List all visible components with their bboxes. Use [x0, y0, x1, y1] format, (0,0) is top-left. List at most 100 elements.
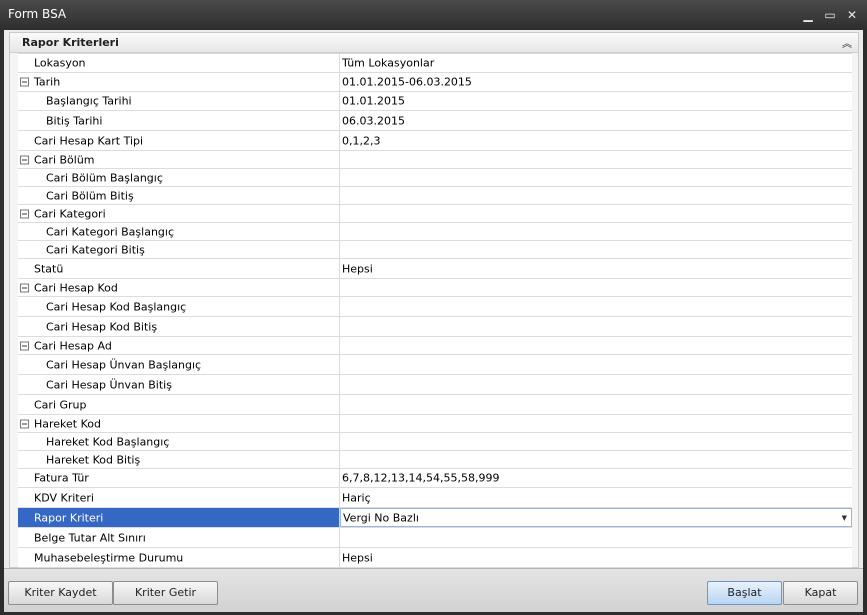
- collapse-minus-icon[interactable]: [20, 341, 29, 350]
- grid-row[interactable]: Muhasebeleştirme Durumu Hepsi: [18, 548, 852, 568]
- row-label-cell[interactable]: Cari Hesap Kod Bitiş: [18, 317, 340, 336]
- row-label-cell[interactable]: Cari Hesap Kod: [18, 279, 340, 296]
- row-label-cell[interactable]: Cari Kategori Bitiş: [18, 241, 340, 258]
- collapse-up-icon[interactable]: ︽: [842, 35, 852, 50]
- row-label-cell[interactable]: Hareket Kod: [18, 415, 340, 432]
- grid-row[interactable]: Fatura Tür 6,7,8,12,13,14,54,55,58,999: [18, 469, 852, 488]
- grid-row[interactable]: Hareket Kod Bitiş: [18, 451, 852, 469]
- row-value-cell[interactable]: Hariç: [340, 488, 852, 507]
- grid-row[interactable]: Cari Bölüm: [18, 151, 852, 169]
- row-value-cell[interactable]: 06.03.2015: [340, 111, 852, 130]
- grid-row[interactable]: Cari Hesap Ünvan Başlangıç: [18, 355, 852, 375]
- row-value-cell[interactable]: 01.01.2015-06.03.2015: [340, 73, 852, 91]
- grid-row[interactable]: Cari Kategori Bitiş: [18, 241, 852, 259]
- save-criteria-button[interactable]: Kriter Kaydet: [8, 581, 113, 605]
- row-value-cell[interactable]: [340, 297, 852, 316]
- grid-row[interactable]: Belge Tutar Alt Sınırı: [18, 528, 852, 548]
- row-value-cell[interactable]: [340, 375, 852, 394]
- collapse-minus-icon[interactable]: [20, 283, 29, 292]
- row-label-cell[interactable]: Cari Kategori: [18, 205, 340, 222]
- group-title: Rapor Kriterleri: [22, 36, 119, 49]
- grid-row[interactable]: Tarih 01.01.2015-06.03.2015: [18, 73, 852, 92]
- row-label-cell[interactable]: Cari Bölüm Bitiş: [18, 187, 340, 204]
- row-value-cell[interactable]: [340, 355, 852, 374]
- grid-row[interactable]: Cari Kategori Başlangıç: [18, 223, 852, 241]
- row-value-cell[interactable]: Hepsi: [340, 259, 852, 278]
- row-label-cell[interactable]: Cari Hesap Kod Başlangıç: [18, 297, 340, 316]
- row-label-cell[interactable]: KDV Kriteri: [18, 488, 340, 507]
- row-label-cell[interactable]: Bitiş Tarihi: [18, 111, 340, 130]
- grid-row[interactable]: Cari Hesap Kart Tipi 0,1,2,3: [18, 131, 852, 151]
- grid-row[interactable]: Başlangıç Tarihi 01.01.2015: [18, 92, 852, 111]
- row-label-cell[interactable]: Cari Hesap Kart Tipi: [18, 131, 340, 150]
- grid-row[interactable]: Bitiş Tarihi 06.03.2015: [18, 111, 852, 131]
- title-bar[interactable]: Form BSA ▁ ▭ ✕: [0, 0, 867, 30]
- grid-row[interactable]: Cari Hesap Kod Bitiş: [18, 317, 852, 337]
- grid-row[interactable]: Cari Hesap Ad: [18, 337, 852, 355]
- row-label-cell[interactable]: Muhasebeleştirme Durumu: [18, 548, 340, 567]
- grid-row[interactable]: Cari Bölüm Başlangıç: [18, 169, 852, 187]
- row-value-cell[interactable]: [340, 241, 852, 258]
- row-label-cell[interactable]: Cari Bölüm: [18, 151, 340, 168]
- close-icon[interactable]: ✕: [843, 6, 861, 24]
- row-value-cell[interactable]: [340, 169, 852, 186]
- row-label-cell[interactable]: Rapor Kriteri: [18, 508, 340, 527]
- row-label-cell[interactable]: Cari Hesap Ünvan Bitiş: [18, 375, 340, 394]
- row-value-cell[interactable]: [340, 433, 852, 450]
- row-label-cell[interactable]: Tarih: [18, 73, 340, 91]
- minimize-icon[interactable]: ▁: [799, 6, 817, 24]
- row-value-cell[interactable]: [340, 451, 852, 468]
- load-criteria-button[interactable]: Kriter Getir: [113, 581, 218, 605]
- row-label-cell[interactable]: Cari Kategori Başlangıç: [18, 223, 340, 240]
- grid-row[interactable]: Cari Kategori: [18, 205, 852, 223]
- maximize-icon[interactable]: ▭: [821, 6, 839, 24]
- dropdown-arrow-icon[interactable]: ▼: [842, 514, 847, 522]
- row-value-cell[interactable]: [340, 415, 852, 432]
- close-button[interactable]: Kapat: [783, 581, 858, 605]
- row-value-cell[interactable]: [340, 317, 852, 336]
- grid-row[interactable]: Cari Grup: [18, 395, 852, 415]
- row-value-cell[interactable]: [340, 337, 852, 354]
- grid-row[interactable]: Hareket Kod Başlangıç: [18, 433, 852, 451]
- row-value-cell[interactable]: [340, 223, 852, 240]
- row-label-cell[interactable]: Lokasyon: [18, 54, 340, 72]
- grid-row[interactable]: Cari Hesap Ünvan Bitiş: [18, 375, 852, 395]
- collapse-minus-icon[interactable]: [20, 419, 29, 428]
- grid-row[interactable]: Statü Hepsi: [18, 259, 852, 279]
- row-value-cell[interactable]: 6,7,8,12,13,14,54,55,58,999: [340, 469, 852, 487]
- grid-row[interactable]: Cari Hesap Kod Başlangıç: [18, 297, 852, 317]
- collapse-minus-icon[interactable]: [20, 155, 29, 164]
- row-label-cell[interactable]: Hareket Kod Bitiş: [18, 451, 340, 468]
- row-label-cell[interactable]: Fatura Tür: [18, 469, 340, 487]
- row-label-cell[interactable]: Belge Tutar Alt Sınırı: [18, 528, 340, 547]
- row-value-cell[interactable]: [340, 187, 852, 204]
- row-value-cell[interactable]: 01.01.2015: [340, 92, 852, 110]
- row-value-cell[interactable]: [340, 151, 852, 168]
- row-label-cell[interactable]: Statü: [18, 259, 340, 278]
- row-label-cell[interactable]: Hareket Kod Başlangıç: [18, 433, 340, 450]
- row-label-cell[interactable]: Cari Bölüm Başlangıç: [18, 169, 340, 186]
- grid-row[interactable]: KDV Kriteri Hariç: [18, 488, 852, 508]
- row-value-cell[interactable]: [340, 528, 852, 547]
- collapse-minus-icon[interactable]: [20, 209, 29, 218]
- row-value-cell[interactable]: [340, 279, 852, 296]
- row-label-cell[interactable]: Cari Hesap Ünvan Başlangıç: [18, 355, 340, 374]
- start-button[interactable]: Başlat: [707, 581, 782, 605]
- row-value-cell[interactable]: Tüm Lokasyonlar: [340, 54, 852, 72]
- grid-row[interactable]: Lokasyon Tüm Lokasyonlar: [18, 54, 852, 73]
- row-value-cell[interactable]: [340, 395, 852, 414]
- row-label-cell[interactable]: Başlangıç Tarihi: [18, 92, 340, 110]
- group-header[interactable]: Rapor Kriterleri ︽: [10, 33, 858, 53]
- row-value-dropdown[interactable]: Vergi No Bazlı ▼: [340, 508, 852, 527]
- row-label-cell[interactable]: Cari Grup: [18, 395, 340, 414]
- row-value-cell[interactable]: 0,1,2,3: [340, 131, 852, 150]
- grid-row[interactable]: Cari Bölüm Bitiş: [18, 187, 852, 205]
- grid-row[interactable]: Rapor Kriteri Vergi No Bazlı ▼: [18, 508, 852, 528]
- button-bar: Kriter Kaydet Kriter Getir Başlat Kapat: [4, 568, 863, 612]
- grid-row[interactable]: Cari Hesap Kod: [18, 279, 852, 297]
- row-value-cell[interactable]: Hepsi: [340, 548, 852, 567]
- collapse-minus-icon[interactable]: [20, 77, 29, 87]
- row-value-cell[interactable]: [340, 205, 852, 222]
- row-label-cell[interactable]: Cari Hesap Ad: [18, 337, 340, 354]
- grid-row[interactable]: Hareket Kod: [18, 415, 852, 433]
